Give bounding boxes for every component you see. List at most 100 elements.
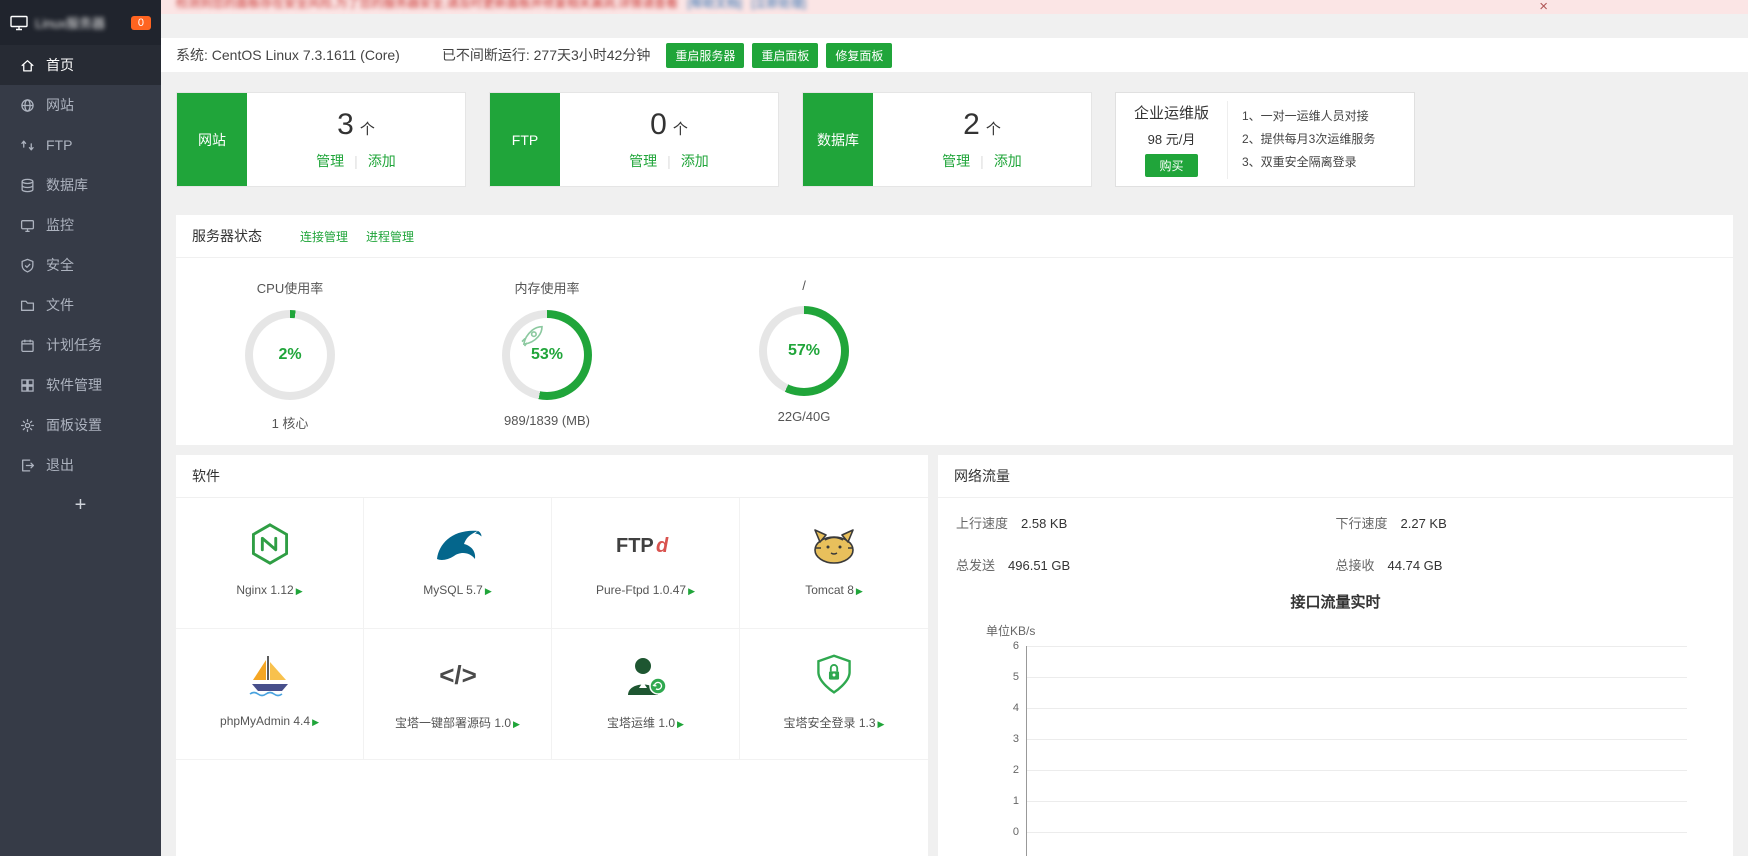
separator: | xyxy=(354,153,358,169)
notice-link-2[interactable]: [立即处理] xyxy=(751,0,806,10)
sidebar-item-software[interactable]: 软件管理 xyxy=(0,365,161,405)
promo-feature: 3、双重安全隔离登录 xyxy=(1242,151,1375,174)
software-item-securelogin[interactable]: 宝塔安全登录 1.3▶ xyxy=(740,629,928,760)
mysql-logo-icon xyxy=(433,518,483,570)
sidebar-item-security[interactable]: 安全 xyxy=(0,245,161,285)
play-icon: ▶ xyxy=(485,586,492,596)
close-icon[interactable]: × xyxy=(1539,0,1548,14)
sidebar-item-label: FTP xyxy=(46,137,72,153)
software-panel: 软件 Nginx 1.12▶ MySQL 5.7▶ xyxy=(176,455,928,856)
notice-bar: 检测到您的面板存在安全风险,为了您的服务器安全,请及时更新面板并修复相关漏洞,详… xyxy=(161,0,1748,14)
promo-title: 企业运维版 xyxy=(1134,102,1209,123)
sidebar-add-button[interactable]: + xyxy=(0,485,161,525)
software-name: 宝塔安全登录 1.3 xyxy=(784,716,876,730)
software-item-ops[interactable]: 宝塔运维 1.0▶ xyxy=(552,629,740,760)
software-name: Tomcat 8 xyxy=(805,583,854,597)
repair-panel-button[interactable]: 修复面板 xyxy=(826,43,892,68)
sidebar-item-label: 计划任务 xyxy=(46,335,102,355)
server-status-panel: 服务器状态 连接管理 进程管理 CPU使用率 2% 1 核心 内存使用率 xyxy=(176,215,1733,445)
sidebar-item-database[interactable]: 数据库 xyxy=(0,165,161,205)
play-icon: ▶ xyxy=(513,719,520,729)
software-item-deploy[interactable]: </> 宝塔一键部署源码 1.0▶ xyxy=(364,629,552,760)
calendar-icon xyxy=(20,338,35,353)
sidebar: Linux服务器 0 首页 网站 FTP 数据库 监控 xyxy=(0,0,161,856)
gauge-percent: 57% xyxy=(759,306,849,396)
stat-card-ftp: FTP 0个 管理|添加 xyxy=(489,92,779,187)
monitor-icon xyxy=(10,15,28,31)
software-item-nginx[interactable]: Nginx 1.12▶ xyxy=(176,498,364,629)
sidebar-item-website[interactable]: 网站 xyxy=(0,85,161,125)
logout-icon xyxy=(20,458,35,473)
system-os: 系统: CentOS Linux 7.3.1611 (Core) xyxy=(176,45,400,65)
connection-manage-link[interactable]: 连接管理 xyxy=(300,228,348,245)
gauge-title: 内存使用率 xyxy=(457,278,637,297)
memory-gauge: 内存使用率 53% 989/1839 (MB) xyxy=(457,258,637,432)
sidebar-item-monitor[interactable]: 监控 xyxy=(0,205,161,245)
nginx-logo-icon xyxy=(247,518,293,570)
buy-button[interactable]: 购买 xyxy=(1145,154,1197,177)
total-sent-value: 496.51 GB xyxy=(1008,558,1070,573)
database-manage-link[interactable]: 管理 xyxy=(942,153,970,169)
server-name: Linux服务器 xyxy=(35,13,124,32)
software-item-phpmyadmin[interactable]: phpMyAdmin 4.4▶ xyxy=(176,629,364,760)
ftp-manage-link[interactable]: 管理 xyxy=(629,153,657,169)
sidebar-item-label: 数据库 xyxy=(46,175,88,195)
play-icon: ▶ xyxy=(677,719,684,729)
system-info-row: 系统: CentOS Linux 7.3.1611 (Core) 已不间断运行:… xyxy=(161,38,1748,72)
code-deploy-icon: </> xyxy=(434,649,482,701)
y-axis-tick: 6 xyxy=(1027,646,1687,677)
folder-icon xyxy=(20,298,35,313)
total-recv-value: 44.74 GB xyxy=(1388,558,1443,573)
y-axis-tick: 0 xyxy=(1027,832,1687,856)
sidebar-menu: 首页 网站 FTP 数据库 监控 安全 xyxy=(0,45,161,525)
sidebar-item-ftp[interactable]: FTP xyxy=(0,125,161,165)
y-axis-tick: 5 xyxy=(1027,677,1687,708)
enterprise-promo-card: 企业运维版 98 元/月 购买 1、一对一运维人员对接 2、提供每月3次运维服务… xyxy=(1115,92,1415,187)
restart-panel-button[interactable]: 重启面板 xyxy=(752,43,818,68)
gauge-percent: 53% xyxy=(502,310,592,400)
software-item-tomcat[interactable]: Tomcat 8▶ xyxy=(740,498,928,629)
gauge-percent: 2% xyxy=(245,310,335,400)
notice-link-1[interactable]: [帮助文档] xyxy=(687,0,742,10)
y-axis-tick: 2 xyxy=(1027,770,1687,801)
play-icon: ▶ xyxy=(878,719,885,729)
disk-gauge: / 57% 22G/40G xyxy=(714,258,894,432)
traffic-chart: 6 5 4 3 2 1 0 xyxy=(1026,646,1687,856)
website-manage-link[interactable]: 管理 xyxy=(316,153,344,169)
gauge-caption: 989/1839 (MB) xyxy=(457,413,637,428)
message-count-badge[interactable]: 0 xyxy=(131,16,151,30)
sidebar-item-files[interactable]: 文件 xyxy=(0,285,161,325)
sidebar-item-cron[interactable]: 计划任务 xyxy=(0,325,161,365)
svg-text:</>: </> xyxy=(439,660,477,690)
sidebar-item-logout[interactable]: 退出 xyxy=(0,445,161,485)
software-item-mysql[interactable]: MySQL 5.7▶ xyxy=(364,498,552,629)
database-add-link[interactable]: 添加 xyxy=(994,153,1022,169)
shield-lock-icon xyxy=(812,649,856,701)
play-icon: ▶ xyxy=(312,717,319,727)
sidebar-item-label: 退出 xyxy=(46,455,74,475)
ftp-add-link[interactable]: 添加 xyxy=(681,153,709,169)
shield-icon xyxy=(20,258,35,273)
sidebar-item-settings[interactable]: 面板设置 xyxy=(0,405,161,445)
sidebar-item-home[interactable]: 首页 xyxy=(0,45,161,85)
system-uptime: 已不间断运行: 277天3小时42分钟 xyxy=(442,45,651,65)
y-axis-tick: 1 xyxy=(1027,801,1687,832)
website-add-link[interactable]: 添加 xyxy=(368,153,396,169)
traffic-chart-title: 接口流量实时 xyxy=(956,591,1715,612)
sidebar-item-label: 面板设置 xyxy=(46,415,102,435)
globe-icon xyxy=(20,98,35,113)
software-name: phpMyAdmin 4.4 xyxy=(220,714,310,728)
software-item-pureftpd[interactable]: FTPd Pure-Ftpd 1.0.47▶ xyxy=(552,498,740,629)
process-manage-link[interactable]: 进程管理 xyxy=(366,228,414,245)
separator: | xyxy=(980,153,984,169)
network-traffic-title: 网络流量 xyxy=(954,466,1010,486)
stat-cards-row: 网站 3个 管理|添加 FTP 0个 管理|添加 数据库 xyxy=(176,92,1733,187)
pureftpd-logo-icon: FTPd xyxy=(614,518,678,570)
main-content: 检测到您的面板存在安全风险,为了您的服务器安全,请及时更新面板并修复相关漏洞,详… xyxy=(161,0,1748,856)
restart-server-button[interactable]: 重启服务器 xyxy=(666,43,744,68)
transfer-arrows-icon xyxy=(20,138,35,153)
cpu-gauge: CPU使用率 2% 1 核心 xyxy=(200,258,380,432)
sidebar-item-label: 监控 xyxy=(46,215,74,235)
up-speed-label: 上行速度 xyxy=(956,513,1008,532)
stat-card-label: 数据库 xyxy=(803,93,873,186)
